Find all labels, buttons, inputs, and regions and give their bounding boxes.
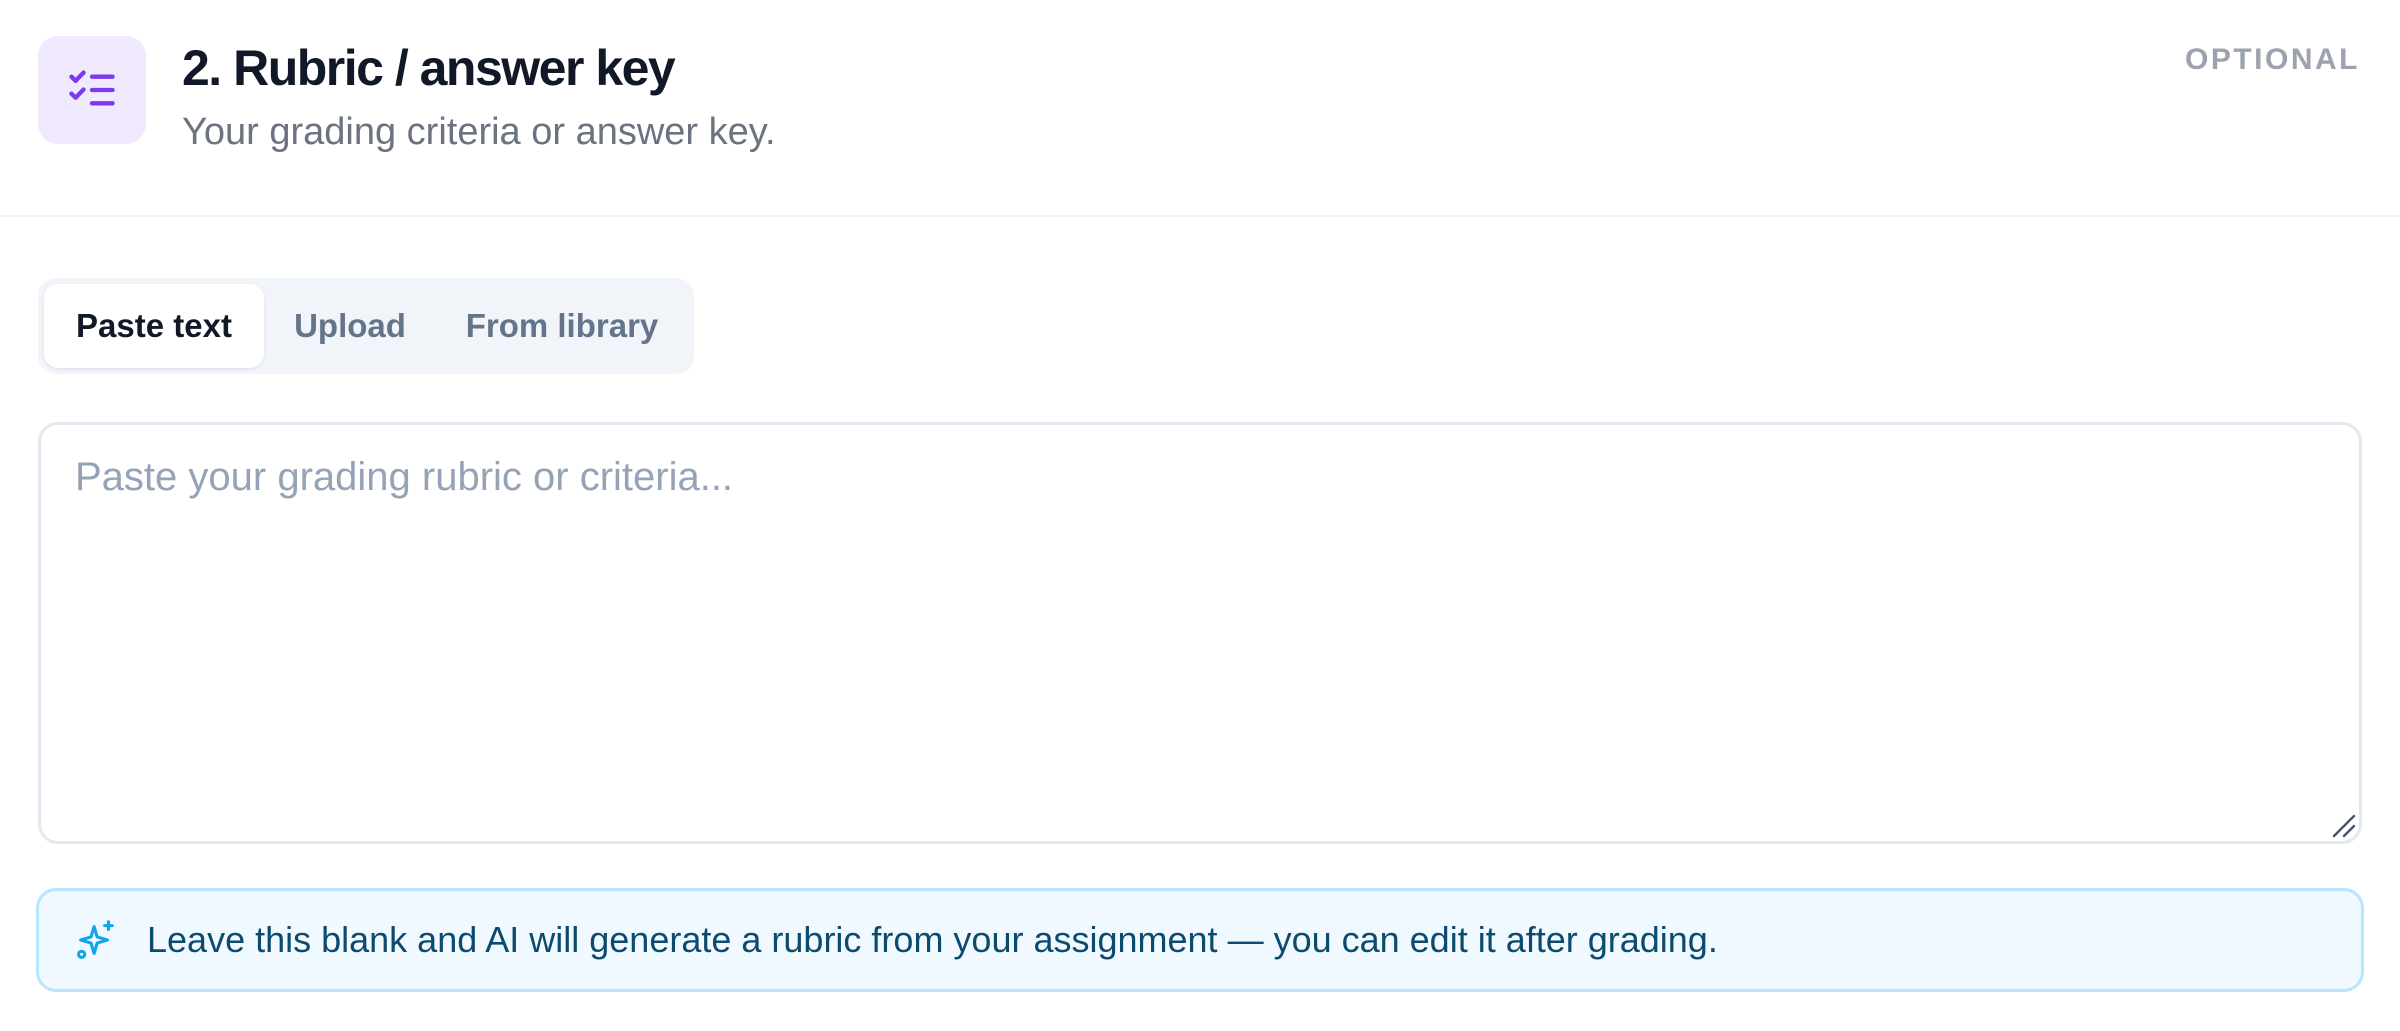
sparkles-icon bbox=[77, 920, 114, 959]
ai-hint-banner: Leave this blank and AI will generate a … bbox=[36, 888, 2364, 992]
tab-upload[interactable]: Upload bbox=[264, 284, 436, 368]
rubric-card: 2. Rubric / answer key Your grading crit… bbox=[0, 0, 2400, 1031]
section-header: 2. Rubric / answer key Your grading crit… bbox=[0, 0, 2400, 217]
optional-badge: OPTIONAL bbox=[2185, 43, 2360, 76]
tab-paste-text[interactable]: Paste text bbox=[44, 284, 264, 368]
rubric-textarea-wrapper bbox=[38, 422, 2362, 844]
resize-handle-icon[interactable] bbox=[2330, 812, 2356, 838]
tab-from-library[interactable]: From library bbox=[436, 284, 688, 368]
input-mode-tabs: Paste text Upload From library bbox=[38, 278, 694, 374]
section-subtitle: Your grading criteria or answer key. bbox=[182, 111, 776, 153]
rubric-textarea[interactable] bbox=[38, 422, 2362, 844]
checklist-icon bbox=[38, 36, 146, 144]
ai-hint-text: Leave this blank and AI will generate a … bbox=[147, 919, 1718, 960]
section-title: 2. Rubric / answer key bbox=[182, 40, 676, 96]
